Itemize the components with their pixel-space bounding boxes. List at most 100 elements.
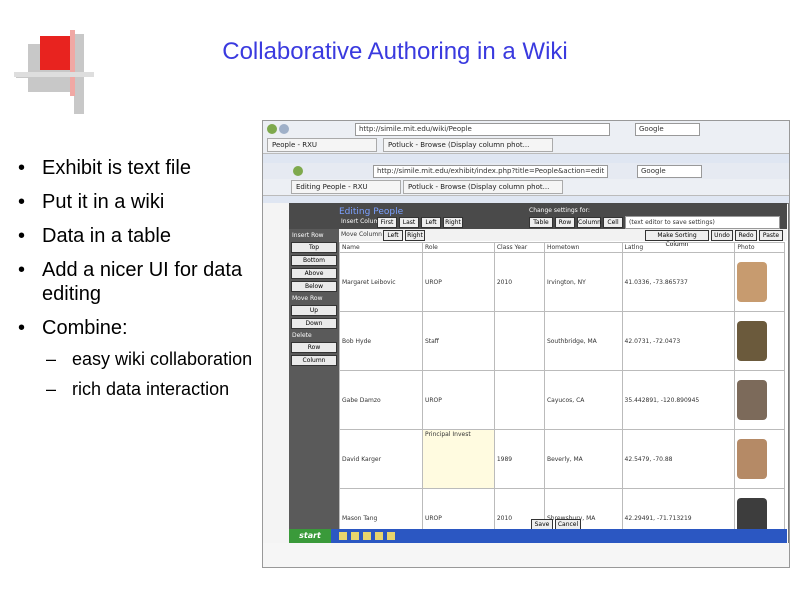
insert-left-button[interactable]: Left xyxy=(421,217,441,228)
undo-button[interactable]: Undo xyxy=(711,230,733,241)
back-tabbar: People - RXU Potluck - Browse (Display c… xyxy=(263,137,789,154)
insert-last-button[interactable]: Last xyxy=(399,217,419,228)
delete-column-button[interactable]: Column xyxy=(291,355,337,366)
action-bar: Move Column Left Right Make Sorting Colu… xyxy=(339,229,787,248)
move-down-button[interactable]: Down xyxy=(291,318,337,329)
table-cell[interactable]: Bob Hyde xyxy=(339,311,423,371)
table-cell[interactable]: 35.442891, -120.890945 xyxy=(621,370,736,430)
make-sorting-column-button[interactable]: Make Sorting Column xyxy=(645,230,709,248)
front-tabbar: Editing People - RXU Potluck - Browse (D… xyxy=(263,179,789,196)
table-row[interactable]: Margaret Leibovic UROP 2010 Irvington, N… xyxy=(339,252,785,312)
settings-column-button[interactable]: Column xyxy=(577,217,601,228)
sub-bullet-item: – rich data interaction xyxy=(46,379,230,399)
front-toolbar: http://simile.mit.edu/exhibit/index.php?… xyxy=(263,163,789,180)
table-cell[interactable]: Margaret Leibovic xyxy=(339,252,423,312)
bullet-list: Exhibit is text file Put it in a wiki Da… xyxy=(18,156,258,400)
front-search-box[interactable]: Google xyxy=(637,165,702,178)
move-column-label: Move Column xyxy=(341,231,382,238)
taskbar-app-icon[interactable] xyxy=(351,532,359,540)
table-cell[interactable]: Beverly, MA xyxy=(543,429,623,489)
insert-below-button[interactable]: Below xyxy=(291,281,337,292)
back-search-box[interactable]: Google xyxy=(635,123,700,136)
table-cell[interactable] xyxy=(493,311,545,371)
taskbar-app-icon[interactable] xyxy=(375,532,383,540)
forward-icon xyxy=(279,124,289,134)
photo-cell[interactable] xyxy=(734,311,785,371)
insert-bottom-button[interactable]: Bottom xyxy=(291,255,337,266)
column-header[interactable]: Role xyxy=(421,242,495,253)
table-cell[interactable]: Staff xyxy=(421,311,495,371)
table-cell[interactable]: Gabe Damzo xyxy=(339,370,423,430)
change-settings-label: Change settings for: xyxy=(529,207,590,214)
table-cell[interactable] xyxy=(493,370,545,430)
photo-thumbnail xyxy=(737,439,768,479)
slide-title: Collaborative Authoring in a Wiki xyxy=(222,38,568,65)
table-header-row: Name Role Class Year Hometown Latlng Pho… xyxy=(339,242,785,253)
bullet-item: Put it in a wiki xyxy=(18,190,258,214)
table-cell[interactable]: 42.5479, -70.88 xyxy=(621,429,736,489)
photo-cell[interactable] xyxy=(734,429,785,489)
delete-row-button[interactable]: Row xyxy=(291,342,337,353)
bullet-item: Exhibit is text file xyxy=(18,156,258,180)
photo-thumbnail xyxy=(737,321,768,361)
table-cell[interactable]: 42.0731, -72.0473 xyxy=(621,311,736,371)
column-header[interactable]: Latlng xyxy=(621,242,736,253)
redo-button[interactable]: Redo xyxy=(735,230,757,241)
windows-taskbar: start xyxy=(289,529,787,543)
table-row[interactable]: Gabe Damzo UROP Cayucos, CA 35.442891, -… xyxy=(339,370,785,430)
edit-title: Editing People xyxy=(339,207,404,217)
table-cell[interactable]: Cayucos, CA xyxy=(543,370,623,430)
move-right-button[interactable]: Right xyxy=(405,230,425,241)
back-url-bar[interactable]: http://simile.mit.edu/wiki/People xyxy=(355,123,610,136)
paste-button[interactable]: Paste xyxy=(759,230,783,241)
table-cell[interactable]: 1989 xyxy=(493,429,545,489)
table-cell[interactable]: Southbridge, MA xyxy=(543,311,623,371)
back-tab-1[interactable]: People - RXU xyxy=(267,138,377,152)
column-header[interactable]: Name xyxy=(339,242,423,253)
back-tab-2[interactable]: Potluck - Browse (Display column phot... xyxy=(383,138,553,152)
sub-bullet-item: – easy wiki collaboration xyxy=(46,349,253,369)
table-row[interactable]: Bob Hyde Staff Southbridge, MA 42.0731, … xyxy=(339,311,785,371)
bullet-item: Add a nicer UI for data editing xyxy=(18,258,258,306)
insert-above-button[interactable]: Above xyxy=(291,268,337,279)
taskbar-app-icon[interactable] xyxy=(363,532,371,540)
taskbar-app-icon[interactable] xyxy=(387,532,395,540)
table-row[interactable]: David Karger Principal Invest 1989 Bever… xyxy=(339,429,785,489)
back-toolbar: http://simile.mit.edu/wiki/People Google xyxy=(263,121,789,138)
table-cell[interactable]: Irvington, NY xyxy=(543,252,623,312)
table-cell[interactable]: David Karger xyxy=(339,429,423,489)
bullet-item: Combine: xyxy=(18,316,258,340)
column-toolbar: Editing People Insert Column First Last … xyxy=(289,203,787,229)
delete-label: Delete xyxy=(292,332,312,339)
table-cell[interactable]: UROP xyxy=(421,252,495,312)
back-icon xyxy=(267,124,277,134)
column-header[interactable]: Hometown xyxy=(543,242,623,253)
start-button[interactable]: start xyxy=(289,529,331,543)
column-header[interactable]: Photo xyxy=(734,242,785,253)
move-up-button[interactable]: Up xyxy=(291,305,337,316)
browser-screenshot: http://simile.mit.edu/wiki/People Google… xyxy=(262,120,790,568)
photo-cell[interactable] xyxy=(734,370,785,430)
move-left-button[interactable]: Left xyxy=(383,230,403,241)
insert-first-button[interactable]: First xyxy=(377,217,397,228)
settings-cell-button[interactable]: Cell xyxy=(603,217,623,228)
front-tab-1[interactable]: Editing People - RXU xyxy=(291,180,401,194)
row-toolbar: Insert Row Top Bottom Above Below Move R… xyxy=(289,229,339,543)
front-url-bar[interactable]: http://simile.mit.edu/exhibit/index.php?… xyxy=(373,165,608,178)
insert-top-button[interactable]: Top xyxy=(291,242,337,253)
taskbar-app-icon[interactable] xyxy=(339,532,347,540)
column-header[interactable]: Class Year xyxy=(493,242,545,253)
people-table: Name Role Class Year Hometown Latlng Pho… xyxy=(339,242,785,548)
front-tab-2[interactable]: Potluck - Browse (Display column phot... xyxy=(403,180,563,194)
settings-table-button[interactable]: Table xyxy=(529,217,553,228)
table-cell[interactable]: UROP xyxy=(421,370,495,430)
photo-thumbnail xyxy=(737,380,768,420)
table-cell[interactable]: 41.0336, -73.865737 xyxy=(621,252,736,312)
table-cell-editing[interactable]: Principal Invest xyxy=(421,429,495,489)
settings-input[interactable]: (text editor to save settings) xyxy=(625,216,780,229)
back-icon xyxy=(293,166,303,176)
settings-row-button[interactable]: Row xyxy=(555,217,575,228)
table-cell[interactable]: 2010 xyxy=(493,252,545,312)
photo-cell[interactable] xyxy=(734,252,785,312)
insert-right-button[interactable]: Right xyxy=(443,217,463,228)
